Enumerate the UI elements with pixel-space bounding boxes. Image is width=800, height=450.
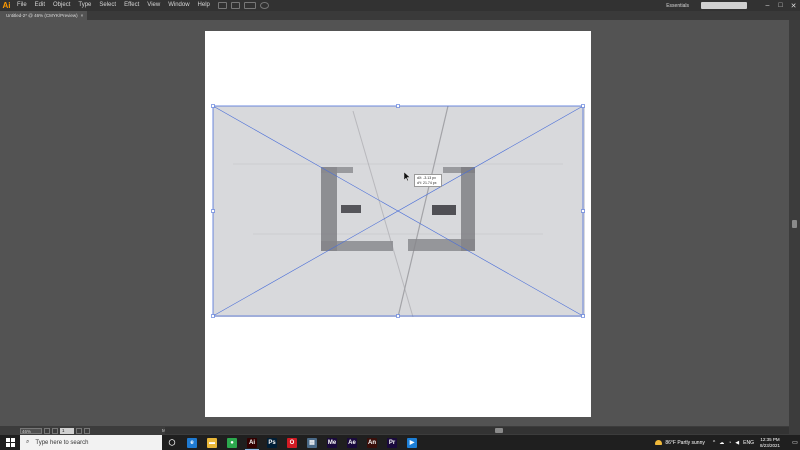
taskbar-app-calculator[interactable]: ▤ <box>302 435 322 450</box>
bridge-icon[interactable] <box>217 2 227 9</box>
menu-type[interactable]: Type <box>74 0 95 11</box>
taskbar-app-photoshop[interactable]: Ps <box>262 435 282 450</box>
clock-time: 12:35 PM <box>760 436 780 442</box>
taskbar-app-edge[interactable]: e <box>182 435 202 450</box>
illustrator-logo: Ai <box>2 1 11 10</box>
first-artboard-button[interactable] <box>44 427 50 434</box>
menu-bar: Ai File Edit Object Type Select Effect V… <box>0 0 800 11</box>
premiere-icon: Pr <box>387 437 397 448</box>
taskbar-search-placeholder: Type here to search <box>35 439 89 446</box>
menu-select[interactable]: Select <box>95 0 120 11</box>
selection-bounding-box[interactable] <box>205 100 591 322</box>
taskbar-search-box[interactable]: ⌕ Type here to search <box>20 435 162 450</box>
notification-center-icon[interactable]: ▭ <box>790 439 800 446</box>
handle-top-left <box>211 104 215 108</box>
taskbar-app-file-explorer[interactable]: ▬ <box>202 435 222 450</box>
menu-file[interactable]: File <box>13 0 31 11</box>
menu-edit[interactable]: Edit <box>31 0 49 11</box>
windows-taskbar: ⌕ Type here to search ◯ e ▬ ● Ai Ps O ▤ Me Ae An Pr… <box>0 435 800 450</box>
taskbar-app-chrome[interactable]: ● <box>222 435 242 450</box>
language-indicator[interactable]: ENG <box>743 440 754 446</box>
task-view-icon: ◯ <box>167 437 177 448</box>
chrome-icon: ● <box>227 437 237 448</box>
maximize-button[interactable]: □ <box>774 2 787 9</box>
weather-text: 86°F Partly sunny <box>665 439 705 446</box>
show-hidden-icons-icon[interactable]: ^ <box>713 440 715 446</box>
document-tab[interactable]: Untitled-2* @ 46% (CMYK/Preview) × <box>0 11 88 20</box>
horizontal-scrollbar[interactable] <box>165 427 789 434</box>
opera-icon: O <box>287 437 297 448</box>
stock-icon[interactable] <box>230 2 240 9</box>
media-encoder-icon: Me <box>327 437 337 448</box>
taskbar-app-media-player[interactable]: ▶ <box>402 435 422 450</box>
search-icon: ⌕ <box>26 439 30 445</box>
next-artboard-button[interactable] <box>76 427 82 434</box>
document-tab-close-icon[interactable]: × <box>81 11 84 20</box>
handle-top-center <box>396 104 400 108</box>
photoshop-icon: Ps <box>267 437 277 448</box>
handle-middle-left <box>211 209 215 213</box>
document-tab-bar: Untitled-2* @ 46% (CMYK/Preview) × <box>0 11 800 20</box>
start-button[interactable] <box>0 435 20 450</box>
move-delta-tooltip: dX: -3.13 px dY: 21.74 px <box>414 174 442 187</box>
taskbar-app-premiere[interactable]: Pr <box>382 435 402 450</box>
taskbar-app-media-encoder[interactable]: Me <box>322 435 342 450</box>
after-effects-icon: Ae <box>347 437 357 448</box>
handle-middle-right <box>581 209 585 213</box>
menu-effect[interactable]: Effect <box>120 0 143 11</box>
illustrator-icon: Ai <box>247 437 257 448</box>
vertical-scrollbar[interactable] <box>789 20 800 426</box>
arrange-documents-icon[interactable] <box>243 2 256 9</box>
taskbar-app-after-effects[interactable]: Ae <box>342 435 362 450</box>
arrow-cursor-icon <box>404 172 410 181</box>
last-artboard-button[interactable] <box>84 427 90 434</box>
menu-help[interactable]: Help <box>194 0 214 11</box>
edge-icon: e <box>187 437 197 448</box>
taskbar-app-task-view[interactable]: ◯ <box>162 435 182 450</box>
handle-top-right <box>581 104 585 108</box>
previous-artboard-button[interactable] <box>52 427 58 434</box>
handle-bottom-right <box>581 314 585 318</box>
media-player-icon: ▶ <box>407 437 417 448</box>
help-search-input[interactable] <box>701 2 747 9</box>
close-button[interactable]: ✕ <box>787 2 800 10</box>
windows-logo-icon <box>5 438 15 447</box>
volume-icon[interactable]: ◀ <box>735 440 739 446</box>
system-tray: 86°F Partly sunny ^ ☁ ◔ ◀ ENG 12:35 PM 8… <box>655 435 800 450</box>
artboard-number-field[interactable]: 1 <box>60 427 74 434</box>
delta-y-readout: dY: 21.74 px <box>417 181 437 185</box>
wifi-icon[interactable]: ◔ <box>728 440 731 446</box>
minimize-button[interactable]: – <box>761 2 774 9</box>
taskbar-clock[interactable]: 12:35 PM 8/23/2021 <box>760 437 780 449</box>
weather-widget[interactable]: 86°F Partly sunny <box>655 440 705 446</box>
workspace-switcher[interactable]: Essentials <box>666 3 689 9</box>
vertical-scrollbar-thumb[interactable] <box>792 220 797 228</box>
zoom-level-field[interactable]: 46% <box>20 427 42 434</box>
status-bar: 46% 1 Move <box>0 426 800 435</box>
menu-object[interactable]: Object <box>49 0 74 11</box>
gpu-performance-icon[interactable] <box>259 2 269 9</box>
network-icon[interactable]: ☁ <box>719 440 724 446</box>
calculator-icon: ▤ <box>307 437 317 448</box>
partly-sunny-icon <box>655 440 663 445</box>
animate-icon: An <box>367 437 377 448</box>
document-tab-title: Untitled-2* @ 46% (CMYK/Preview) <box>6 13 78 18</box>
handle-bottom-left <box>211 314 215 318</box>
file-explorer-icon: ▬ <box>207 437 217 448</box>
clock-date: 8/23/2021 <box>759 442 780 448</box>
taskbar-app-list: ◯ e ▬ ● Ai Ps O ▤ Me Ae An Pr ▶ <box>162 435 422 450</box>
horizontal-scrollbar-thumb[interactable] <box>495 428 503 433</box>
tray-icons: ^ ☁ ◔ ◀ ENG <box>713 440 754 446</box>
menu-window[interactable]: Window <box>164 0 193 11</box>
taskbar-app-animate[interactable]: An <box>362 435 382 450</box>
handle-bottom-center <box>396 314 400 318</box>
taskbar-app-opera[interactable]: O <box>282 435 302 450</box>
taskbar-app-illustrator[interactable]: Ai <box>242 435 262 450</box>
menu-view[interactable]: View <box>143 0 164 11</box>
